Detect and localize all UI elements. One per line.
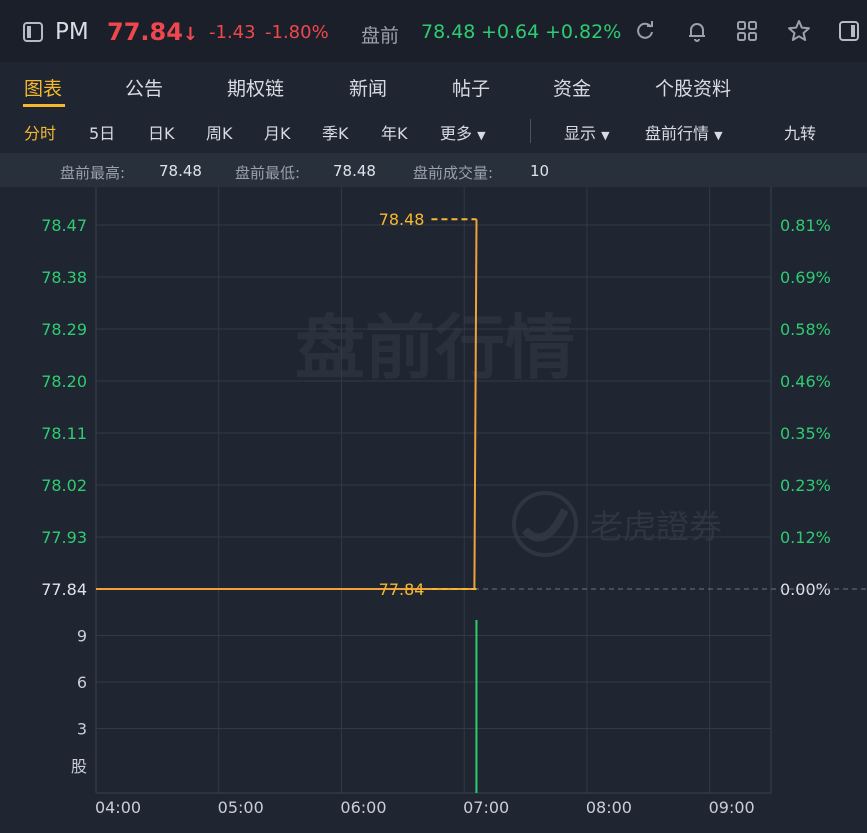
active-tab-indicator xyxy=(23,104,65,107)
premarket-price: 78.48 xyxy=(421,21,476,43)
premarket-low-value: 78.48 xyxy=(333,162,376,180)
watermark-brand: 老虎證券 xyxy=(590,507,722,546)
premarket-label: 盘前 xyxy=(361,25,400,47)
tab-chart[interactable]: 图表 xyxy=(24,74,62,101)
price-annotation-label: 78.48 xyxy=(379,210,425,229)
y-tick-left: 77.84 xyxy=(41,580,87,599)
period-weekly[interactable]: 周K xyxy=(206,120,233,144)
volume-y-tick: 3 xyxy=(77,720,87,739)
premarket-quote-dropdown[interactable]: 盘前行情 ▼ xyxy=(645,120,723,144)
y-tick-right: 0.69% xyxy=(780,268,831,287)
y-tick-left: 78.11 xyxy=(41,424,87,443)
y-tick-left: 77.93 xyxy=(41,528,87,547)
volume-y-tick: 6 xyxy=(77,673,87,692)
period-selector: 分时 5日 日K 周K 月K 季K 年K 更多 ▼ 显示 ▼ 盘前行情 ▼ 九转 xyxy=(0,108,867,152)
x-tick-label: 04:00 xyxy=(95,798,141,817)
premarket-low-label: 盘前最低: xyxy=(235,164,301,182)
y-tick-left: 78.38 xyxy=(41,268,87,287)
grid-icon[interactable] xyxy=(736,20,758,42)
price-change: -1.43 xyxy=(209,22,256,43)
toolbar-divider xyxy=(530,119,531,143)
premarket-high-label: 盘前最高: xyxy=(60,164,126,182)
premarket-high-value: 78.48 xyxy=(159,162,202,180)
main-tabs: 图表 公告 期权链 新闻 帖子 资金 个股资料 xyxy=(0,62,867,109)
y-tick-right: 0.81% xyxy=(780,216,831,235)
tab-options-chain[interactable]: 期权链 xyxy=(227,74,284,101)
tab-funds[interactable]: 资金 xyxy=(553,74,591,101)
volume-unit-label: 股 xyxy=(71,757,87,776)
bell-icon[interactable] xyxy=(686,20,708,42)
premarket-volume-value: 10 xyxy=(530,162,550,180)
refresh-icon[interactable] xyxy=(634,20,656,42)
caret-down-icon: ▼ xyxy=(601,129,610,142)
x-tick-label: 07:00 xyxy=(463,798,509,817)
premarket-stats: 盘前最高: 78.48 盘前最低: 78.48 盘前成交量: 10 xyxy=(0,153,867,187)
tab-announcements[interactable]: 公告 xyxy=(125,74,163,101)
price-line xyxy=(96,219,478,590)
y-tick-left: 78.02 xyxy=(41,476,87,495)
last-price: 77.84↓ xyxy=(107,18,199,46)
x-tick-label: 05:00 xyxy=(218,798,264,817)
panel-icon[interactable] xyxy=(838,20,860,42)
period-yearly[interactable]: 年K xyxy=(381,120,408,144)
y-tick-right: 0.00% xyxy=(780,580,831,599)
y-tick-left: 78.20 xyxy=(41,372,87,391)
tab-news[interactable]: 新闻 xyxy=(349,74,387,101)
y-tick-left: 78.29 xyxy=(41,320,87,339)
y-tick-right: 0.46% xyxy=(780,372,831,391)
x-tick-label: 06:00 xyxy=(340,798,386,817)
period-intraday[interactable]: 分时 xyxy=(24,120,56,144)
intraday-chart[interactable]: 盘前行情老虎證券 78.47 78.38 78.29 78.20 78.11 78.02 77… xyxy=(0,187,867,833)
y-tick-right: 0.35% xyxy=(780,424,831,443)
y-tick-right: 0.58% xyxy=(780,320,831,339)
period-quarterly[interactable]: 季K xyxy=(322,120,349,144)
quote-header: PM 77.84↓ -1.43 -1.80% 盘前 78.48 +0.64 +0… xyxy=(0,0,867,63)
watermark-title: 盘前行情 xyxy=(295,307,575,389)
period-5day[interactable]: 5日 xyxy=(89,120,115,144)
tab-profile[interactable]: 个股资料 xyxy=(655,74,731,101)
sidebar-toggle-icon[interactable] xyxy=(22,21,44,43)
price-annotation-label: 77.84 xyxy=(379,580,425,599)
nine-turn-toggle[interactable]: 九转 xyxy=(784,120,816,144)
premarket-change-pct: +0.82% xyxy=(545,21,622,43)
display-dropdown[interactable]: 显示 ▼ xyxy=(564,120,610,144)
period-monthly[interactable]: 月K xyxy=(264,120,291,144)
period-daily[interactable]: 日K xyxy=(148,120,175,144)
premarket-volume-label: 盘前成交量: xyxy=(413,164,494,182)
tiger-logo-icon xyxy=(512,491,578,557)
caret-down-icon: ▼ xyxy=(477,129,486,142)
down-arrow-icon: ↓ xyxy=(182,24,199,45)
tab-posts[interactable]: 帖子 xyxy=(452,74,490,101)
price-change-pct: -1.80% xyxy=(265,22,329,43)
stock-symbol: PM xyxy=(55,19,89,45)
caret-down-icon: ▼ xyxy=(714,129,723,142)
x-tick-label: 08:00 xyxy=(586,798,632,817)
premarket-change: +0.64 xyxy=(481,21,540,43)
star-icon[interactable] xyxy=(787,19,811,43)
volume-y-tick: 9 xyxy=(77,627,87,646)
y-tick-right: 0.23% xyxy=(780,476,831,495)
x-tick-label: 09:00 xyxy=(709,798,755,817)
y-tick-right: 0.12% xyxy=(780,528,831,547)
period-more-dropdown[interactable]: 更多 ▼ xyxy=(440,120,486,144)
y-tick-left: 78.47 xyxy=(41,216,87,235)
